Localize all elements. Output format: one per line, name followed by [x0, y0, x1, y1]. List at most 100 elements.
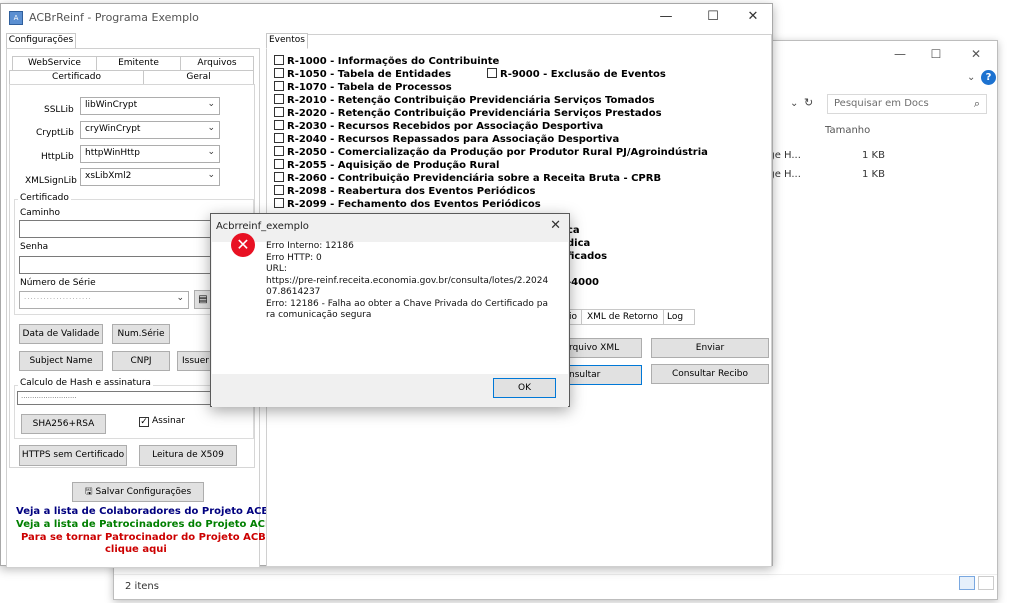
issuer-name-button[interactable]: Issuer N: [177, 351, 211, 371]
refresh-icon[interactable]: ↻: [804, 96, 813, 109]
evento-r2098-checkbox[interactable]: R-2098 - Reabertura dos Eventos Periódic…: [274, 185, 535, 197]
ssllib-select[interactable]: libWinCrypt ⌄: [80, 97, 220, 115]
close-button[interactable]: ✕: [738, 9, 768, 27]
https-sem-certificado-button[interactable]: HTTPS sem Certificado: [19, 445, 127, 466]
senha-input[interactable]: [19, 256, 219, 274]
evento-label: R-2040 - Recursos Repassados para Associ…: [287, 134, 620, 145]
evento-r1070-checkbox[interactable]: R-1070 - Tabela de Processos: [274, 81, 452, 93]
caminho-label: Caminho: [20, 208, 60, 218]
consultar-button[interactable]: nsultar: [564, 365, 642, 385]
evento-r2030-checkbox[interactable]: R-2030 - Recursos Recebidos por Associaç…: [274, 120, 603, 132]
xmlsignlib-label: XMLSignLib: [25, 176, 77, 186]
salvar-label: Salvar Configurações: [95, 487, 192, 497]
chevron-down-icon: ⌄: [207, 123, 215, 133]
chevron-down-icon: ⌄: [207, 170, 215, 180]
error-message: Erro Interno: 12186 Erro HTTP: 0 URL: ht…: [266, 241, 549, 320]
save-icon: 🖫: [84, 487, 93, 497]
evento-label: R-2050 - Comercialização da Produção por…: [287, 147, 708, 158]
evento-r2099-checkbox[interactable]: R-2099 - Fechamento dos Eventos Periódic…: [274, 198, 541, 210]
certificado-group-title: Certificado: [18, 193, 71, 203]
close-icon[interactable]: ✕: [550, 218, 561, 233]
minimize-button[interactable]: —: [884, 47, 916, 63]
hash-input[interactable]: ·························: [17, 391, 212, 405]
tab-xml-retorno[interactable]: XML de Retorno: [581, 309, 664, 325]
checkbox-box: [274, 81, 284, 91]
link-tornar-patrocinador[interactable]: Para se tornar Patrocinador do Projeto A…: [21, 532, 273, 543]
evento-r2050-checkbox[interactable]: R-2050 - Comercialização da Produção por…: [274, 146, 708, 158]
large-icons-view-icon[interactable]: [978, 576, 994, 590]
evento-label: R-2020 - Retenção Contribuição Previdenc…: [287, 108, 662, 119]
evento-r1000-checkbox[interactable]: R-1000 - Informações do Contribuinte: [274, 55, 499, 67]
tab-webservice[interactable]: WebService: [12, 56, 97, 71]
evento-r9000-checkbox[interactable]: R-9000 - Exclusão de Eventos: [487, 68, 666, 80]
leitura-x509-button[interactable]: Leitura de X509: [139, 445, 237, 466]
search-placeholder: Pesquisar em Docs: [834, 98, 929, 109]
tab-arquivos[interactable]: Arquivos: [180, 56, 254, 71]
ssllib-label: SSLLib: [44, 105, 74, 115]
tab-configuracoes[interactable]: Configurações: [6, 33, 76, 49]
checkbox-box: [274, 68, 284, 78]
hash-group-title: Calculo de Hash e assinatura: [18, 378, 153, 388]
close-button[interactable]: ✕: [960, 47, 992, 63]
checkbox-box: [274, 94, 284, 104]
consultar-recibo-button[interactable]: Consultar Recibo: [651, 364, 769, 384]
data-validade-button[interactable]: Data de Validade: [19, 324, 103, 344]
evento-r2060-checkbox[interactable]: R-2060 - Contribuição Previdenciária sob…: [274, 172, 661, 184]
tab-log[interactable]: Log: [663, 309, 695, 325]
xmlsignlib-value: xsLibXml2: [85, 171, 132, 181]
checkbox-box: [274, 172, 284, 182]
title-bar: A ACBrReinf - Programa Exemplo — ☐ ✕: [1, 4, 772, 32]
column-header-size[interactable]: Tamanho: [825, 125, 870, 136]
maximize-button[interactable]: ☐: [920, 47, 952, 63]
subject-name-button[interactable]: Subject Name: [19, 351, 103, 371]
maximize-button[interactable]: ☐: [698, 9, 728, 27]
item-count: 2 itens: [125, 581, 159, 592]
minimize-button[interactable]: —: [651, 9, 681, 27]
link-clique-aqui[interactable]: clique aqui: [105, 544, 167, 555]
help-icon[interactable]: ?: [981, 70, 996, 85]
chevron-down-icon[interactable]: ⌄: [967, 72, 975, 83]
evento-label: R-1070 - Tabela de Processos: [287, 82, 452, 93]
tab-emitente[interactable]: Emitente: [96, 56, 181, 71]
chevron-down-icon: ⌄: [176, 293, 184, 303]
cryptlib-value: cryWinCrypt: [85, 124, 141, 134]
check-icon: ✓: [139, 417, 149, 427]
dropdown-chevron-icon[interactable]: ⌄: [790, 98, 798, 109]
ssllib-value: libWinCrypt: [85, 100, 138, 110]
evento-r2010-checkbox[interactable]: R-2010 - Retenção Contribuição Previdenc…: [274, 94, 655, 106]
error-dialog: Acbrreinf_exemplo ✕ ✕ Erro Interno: 1218…: [210, 213, 570, 407]
tab-geral[interactable]: Geral: [143, 70, 254, 85]
search-input[interactable]: Pesquisar em Docs ⌕: [827, 94, 987, 114]
evento-r2040-checkbox[interactable]: R-2040 - Recursos Repassados para Associ…: [274, 133, 619, 145]
num-serie-button[interactable]: Num.Série: [112, 324, 170, 344]
sha256-rsa-button[interactable]: SHA256+RSA: [21, 414, 106, 434]
assinar-checkbox[interactable]: ✓ Assinar: [139, 416, 185, 427]
cryptlib-label: CryptLib: [36, 128, 74, 138]
evento-partial-label: dica: [567, 238, 591, 249]
link-patrocinadores[interactable]: Veja a lista de Patrocinadores do Projet…: [16, 519, 278, 530]
enviar-button[interactable]: Enviar: [651, 338, 769, 358]
cnpj-button[interactable]: CNPJ: [112, 351, 170, 371]
evento-r1050-checkbox[interactable]: R-1050 - Tabela de Entidades: [274, 68, 451, 80]
caminho-input[interactable]: [19, 220, 219, 238]
gerar-arquivo-xml-button[interactable]: rquivo XML: [564, 338, 642, 358]
xmlsignlib-select[interactable]: xsLibXml2 ⌄: [80, 168, 220, 186]
checkbox-box: [274, 185, 284, 195]
checkbox-box: [274, 159, 284, 169]
cryptlib-select[interactable]: cryWinCrypt ⌄: [80, 121, 220, 139]
evento-r2055-checkbox[interactable]: R-2055 - Aquisição de Produção Rural: [274, 159, 499, 171]
httplib-value: httpWinHttp: [85, 148, 140, 158]
link-colaboradores[interactable]: Veja a lista de Colaboradores do Projeto…: [16, 506, 274, 517]
evento-r2020-checkbox[interactable]: R-2020 - Retenção Contribuição Previdenc…: [274, 107, 662, 119]
ok-button[interactable]: OK: [493, 378, 556, 398]
tab-eventos[interactable]: Eventos: [266, 33, 308, 49]
salvar-configuracoes-button[interactable]: 🖫 Salvar Configurações: [72, 482, 204, 502]
httplib-select[interactable]: httpWinHttp ⌄: [80, 145, 220, 163]
numserie-select[interactable]: ····················· ⌄: [19, 291, 189, 309]
checkbox-box: [274, 198, 284, 208]
app-icon: A: [9, 11, 23, 25]
tab-certificado[interactable]: Certificado: [9, 70, 144, 85]
assinar-label: Assinar: [152, 416, 185, 426]
details-view-icon[interactable]: [959, 576, 975, 590]
checkbox-box: [274, 55, 284, 65]
